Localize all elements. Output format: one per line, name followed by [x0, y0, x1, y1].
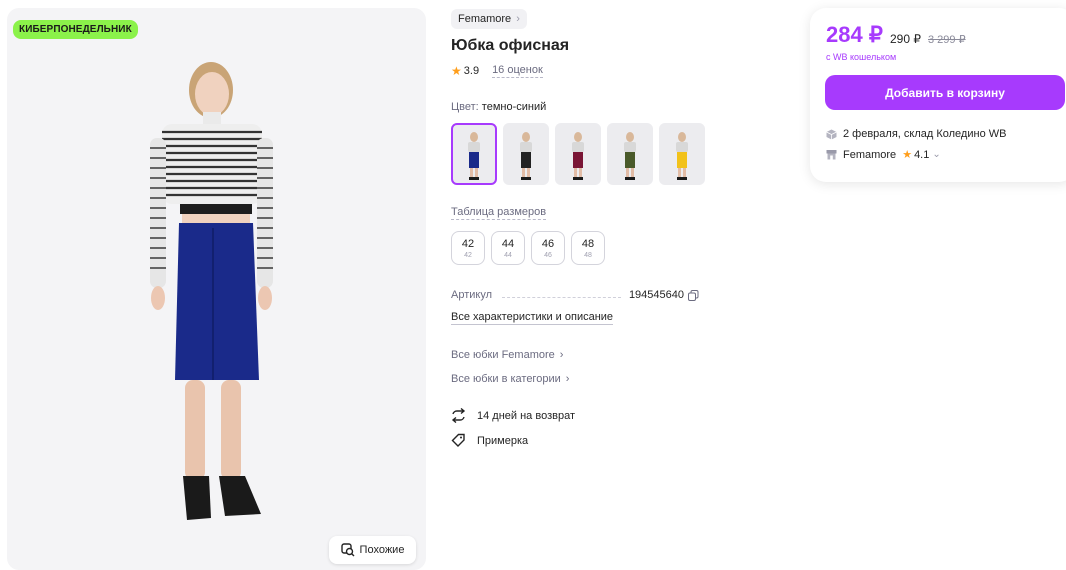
current-price: 284 ₽ [826, 22, 883, 47]
tag-icon [451, 433, 465, 447]
brand-skirts-link[interactable]: Все юбки Femamore › [451, 349, 563, 361]
delivery-label: 2 февраля, склад Коледино WB [843, 128, 1007, 140]
category-skirts-link[interactable]: Все юбки в категории › [451, 373, 569, 385]
chevron-right-icon: › [565, 373, 570, 385]
article-leader [502, 296, 621, 298]
color-swatch[interactable] [555, 123, 601, 185]
return-arrows-icon [451, 408, 466, 423]
swatch-thumbnail [520, 132, 532, 180]
add-to-cart-button[interactable]: Добавить в корзину [825, 75, 1065, 110]
seller-rating: 4.1 [914, 148, 930, 161]
wallet-note[interactable]: с WB кошельком [826, 52, 896, 62]
swatch-thumbnail [676, 132, 688, 180]
seller-info[interactable]: Femamore ★ 4.1 ⌄ [826, 148, 941, 161]
size-button[interactable]: 46 46 [531, 231, 565, 265]
all-characteristics-link[interactable]: Все характеристики и описание [451, 311, 614, 325]
size-sublabel: 48 [584, 251, 592, 259]
chevron-right-icon: › [559, 349, 564, 361]
color-swatch[interactable] [503, 123, 549, 185]
price-without-wallet: 290 ₽ [890, 32, 921, 46]
fitting-info: Примерка [451, 433, 528, 448]
rating-row: ★ 3.9 16 оценок [451, 64, 543, 78]
swatch-thumbnail [624, 132, 636, 180]
article-row: Артикул 194545640 [451, 289, 699, 301]
promo-badge: КИБЕРПОНЕДЕЛЬНИК [13, 20, 138, 39]
swatch-thumbnail [572, 132, 584, 180]
color-value: темно-синий [481, 101, 547, 113]
color-swatches [451, 123, 705, 185]
size-button[interactable]: 44 44 [491, 231, 525, 265]
model-image [150, 62, 273, 520]
seller-name: Femamore [843, 148, 897, 161]
delivery-info: 2 февраля, склад Коледино WB [826, 128, 1006, 140]
size-button[interactable]: 48 48 [571, 231, 605, 265]
category-skirts-label: Все юбки в категории [451, 373, 561, 385]
color-swatch[interactable] [607, 123, 653, 185]
price-card: 284 ₽ 290 ₽ 3 299 ₽ с WB кошельком Добав… [810, 8, 1066, 182]
return-policy-label: 14 дней на возврат [477, 409, 575, 422]
reviews-link[interactable]: 16 оценок [492, 64, 543, 78]
product-title: Юбка офисная [451, 37, 570, 54]
star-icon: ★ [902, 149, 913, 161]
chevron-down-icon: ⌄ [932, 149, 941, 160]
size-sublabel: 46 [544, 251, 552, 259]
size-selector: 42 42 44 44 46 46 48 48 [451, 231, 605, 265]
size-label: 46 [541, 237, 555, 250]
fitting-label: Примерка [477, 434, 529, 447]
color-swatch[interactable] [659, 123, 705, 185]
size-button[interactable]: 42 42 [451, 231, 485, 265]
size-label: 42 [461, 237, 475, 250]
color-swatch[interactable] [451, 123, 497, 185]
return-policy: 14 дней на возврат [451, 408, 575, 423]
similar-label: Похожие [359, 544, 405, 556]
article-value: 194545640 [628, 289, 684, 301]
crossed-price: 3 299 ₽ [928, 34, 966, 46]
search-similar-icon [340, 543, 355, 557]
brand-skirts-label: Все юбки Femamore [451, 349, 555, 361]
color-label: Цвет: темно-синий [451, 101, 547, 113]
size-label: 48 [581, 237, 595, 250]
brand-name: Femamore [458, 13, 512, 25]
similar-button[interactable]: Похожие [329, 536, 416, 564]
copy-icon[interactable] [688, 289, 699, 301]
size-label: 44 [501, 237, 515, 250]
shop-icon [826, 150, 837, 160]
size-table-link[interactable]: Таблица размеров [451, 206, 547, 220]
size-sublabel: 44 [504, 251, 512, 259]
brand-link[interactable]: Femamore › [451, 9, 527, 29]
box-icon [826, 129, 837, 139]
rating-value: 3.9 [463, 65, 480, 77]
article-label: Артикул [451, 289, 493, 301]
star-icon: ★ [451, 64, 462, 78]
product-photo[interactable]: КИБЕРПОНЕДЕЛЬНИК Похожие [7, 8, 426, 570]
size-sublabel: 42 [464, 251, 472, 259]
chevron-right-icon: › [516, 13, 520, 25]
swatch-thumbnail [468, 132, 480, 180]
